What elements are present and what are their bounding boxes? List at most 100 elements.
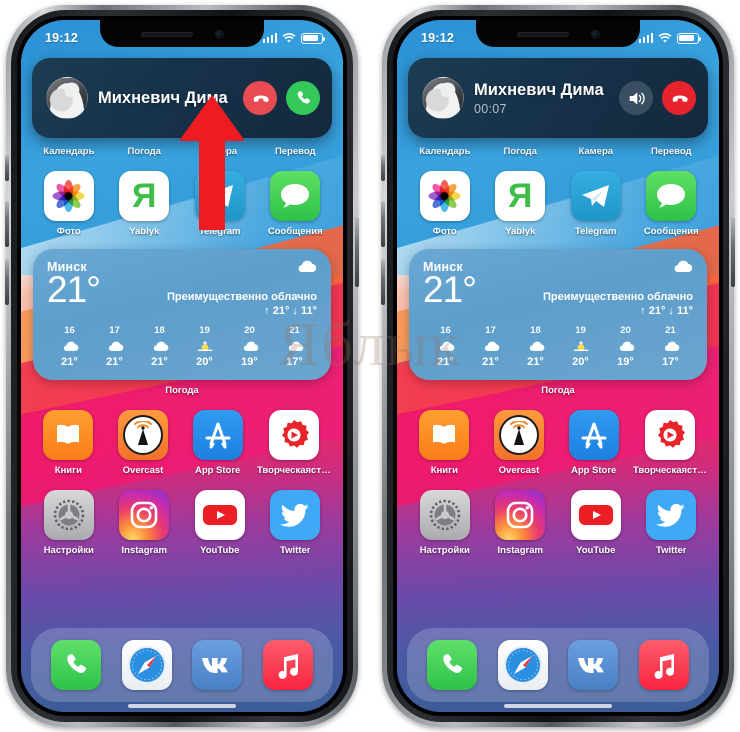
app-label: Instagram	[497, 545, 543, 556]
app-twitter[interactable]: Twitter	[636, 490, 708, 556]
app-messages[interactable]: Сообщения	[260, 171, 332, 237]
app-creative-studio[interactable]: Творческаясту…	[257, 410, 331, 476]
app-appstore[interactable]: App Store	[182, 410, 253, 476]
volume-down-button[interactable]	[5, 259, 9, 305]
forecast-hour: 17 21°	[92, 325, 137, 368]
app-label: Творческаясту…	[256, 465, 331, 476]
app-telegram[interactable]: Telegram	[184, 171, 256, 237]
dock	[407, 628, 709, 702]
creative-studio-icon	[268, 410, 319, 460]
app-telegram[interactable]: Telegram	[560, 171, 632, 237]
app-books[interactable]: Книги	[33, 410, 104, 476]
wifi-icon	[282, 32, 296, 43]
call-actions	[619, 81, 696, 115]
app-translate[interactable]: Перевод	[260, 141, 332, 157]
app-label: Yablyk	[129, 226, 160, 237]
volume-up-button[interactable]	[5, 201, 9, 247]
weather-widget-container[interactable]: Минск 21° Преимущественно облачно ↑ 21° …	[409, 249, 707, 396]
app-appstore[interactable]: App Store	[558, 410, 629, 476]
instagram-icon	[495, 490, 546, 540]
volume-up-button[interactable]	[381, 201, 385, 247]
app-label: Фото	[56, 226, 81, 237]
weather-widget[interactable]: Минск 21° Преимущественно облачно ↑ 21° …	[33, 249, 331, 380]
app-calendar[interactable]: Календарь	[409, 141, 481, 157]
books-icon	[419, 410, 470, 460]
caller-name: Михневич Дима	[98, 88, 228, 107]
youtube-icon	[570, 490, 621, 540]
vk-icon[interactable]	[568, 640, 619, 690]
app-youtube[interactable]: YouTube	[184, 490, 256, 556]
phone-down-icon	[672, 95, 688, 102]
app-photos[interactable]: Фото	[409, 171, 481, 237]
mute-switch[interactable]	[381, 155, 385, 181]
weather-temperature: 21°	[47, 269, 101, 310]
phone-bezel: 19:12 Календарь Погода Камера Перевод Фо…	[393, 16, 723, 716]
app-overcast[interactable]: Overcast	[108, 410, 179, 476]
mute-switch[interactable]	[5, 155, 9, 181]
app-label: Telegram	[574, 226, 617, 237]
app-instagram[interactable]: Instagram	[109, 490, 181, 556]
cloud-icon	[619, 341, 634, 351]
music-icon[interactable]	[262, 640, 313, 690]
app-weather[interactable]: Погода	[485, 141, 557, 157]
signal-bars-icon	[262, 33, 277, 43]
app-settings[interactable]: Настройки	[409, 490, 481, 556]
app-calendar[interactable]: Календарь	[33, 141, 105, 157]
app-youtube[interactable]: YouTube	[560, 490, 632, 556]
safari-icon[interactable]	[497, 640, 548, 690]
app-yablyk[interactable]: Я Yablyk	[485, 171, 557, 237]
forecast-time: 18	[530, 325, 541, 336]
cloud-icon	[63, 341, 78, 351]
forecast-hour: 20 19°	[227, 325, 272, 368]
power-button[interactable]	[355, 217, 359, 287]
forecast-temp: 21°	[106, 356, 123, 368]
weather-widget-container[interactable]: Минск 21° Преимущественно облачно ↑ 21° …	[33, 249, 331, 396]
power-button[interactable]	[731, 217, 735, 287]
weather-temperature: 21°	[423, 269, 477, 310]
app-camera[interactable]: Камера	[560, 141, 632, 157]
phone-app-icon[interactable]	[51, 640, 102, 690]
weather-widget[interactable]: Минск 21° Преимущественно облачно ↑ 21° …	[409, 249, 707, 380]
photos-icon	[43, 171, 94, 221]
cloud-icon	[674, 260, 693, 273]
app-photos[interactable]: Фото	[33, 171, 105, 237]
app-overcast[interactable]: Overcast	[484, 410, 555, 476]
app-messages[interactable]: Сообщения	[636, 171, 708, 237]
books-icon	[43, 410, 94, 460]
forecast-hour: 16 21°	[423, 325, 468, 368]
phone-right: 19:12 Календарь Погода Камера Перевод Фо…	[381, 5, 735, 727]
forecast-hour: 18 21°	[513, 325, 558, 368]
battery-icon	[301, 32, 326, 44]
volume-down-button[interactable]	[381, 259, 385, 305]
app-yablyk[interactable]: Я Yablyk	[109, 171, 181, 237]
home-indicator[interactable]	[504, 704, 612, 708]
app-twitter[interactable]: Twitter	[260, 490, 332, 556]
sunset-icon	[573, 340, 588, 352]
music-icon[interactable]	[638, 640, 689, 690]
weather-widget-label: Погода	[541, 385, 575, 396]
app-label: Twitter	[280, 545, 311, 556]
end-call-button[interactable]	[662, 81, 696, 115]
app-creative-studio[interactable]: Творческаясту…	[633, 410, 707, 476]
speaker-button[interactable]	[619, 81, 653, 115]
forecast-time: 20	[244, 325, 255, 336]
home-indicator[interactable]	[128, 704, 236, 708]
app-books[interactable]: Книги	[409, 410, 480, 476]
app-camera[interactable]: Камера	[184, 141, 256, 157]
decline-call-button[interactable]	[243, 81, 277, 115]
app-settings[interactable]: Настройки	[33, 490, 105, 556]
app-instagram[interactable]: Instagram	[485, 490, 557, 556]
forecast-hour: 18 21°	[137, 325, 182, 368]
accept-call-button[interactable]	[286, 81, 320, 115]
safari-icon[interactable]	[121, 640, 172, 690]
cloud-icon	[243, 341, 258, 351]
app-weather[interactable]: Погода	[109, 141, 181, 157]
vk-icon[interactable]	[192, 640, 243, 690]
phone-app-icon[interactable]	[427, 640, 478, 690]
app-translate[interactable]: Перевод	[636, 141, 708, 157]
forecast-temp: 21°	[527, 356, 544, 368]
app-label: Сообщения	[267, 226, 323, 237]
weather-condition: Преимущественно облачно	[167, 291, 317, 303]
app-label: Погода	[503, 146, 537, 157]
forecast-hour: 21 17°	[648, 325, 693, 368]
